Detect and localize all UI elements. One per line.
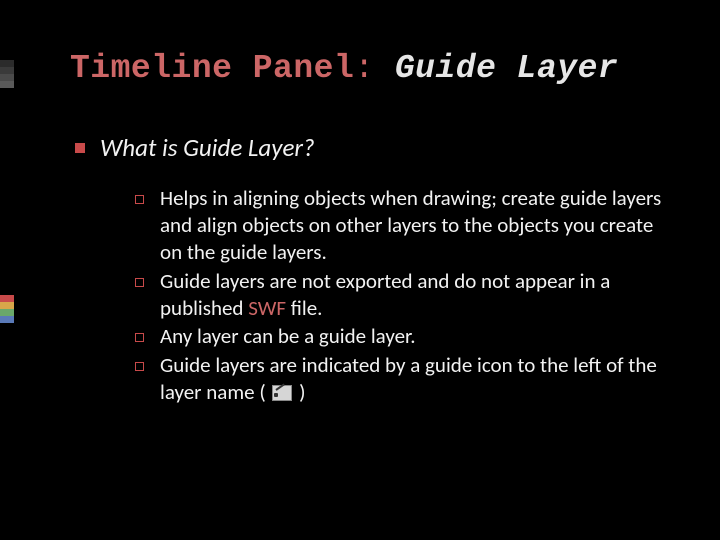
list-item: Helps in aligning objects when drawing; …: [135, 185, 665, 266]
edge-decoration-top: [0, 60, 14, 88]
deco-block: [0, 309, 14, 316]
bullet-text: Any layer can be a guide layer.: [160, 323, 416, 349]
list-item: Any layer can be a guide layer.: [135, 323, 665, 350]
deco-block: [0, 60, 14, 67]
slide-title: Timeline Panel: Guide Layer: [0, 0, 720, 87]
bullet-text: Helps in aligning objects when drawing; …: [160, 185, 661, 265]
bullet-list: Helps in aligning objects when drawing; …: [135, 185, 665, 406]
guide-icon: [272, 385, 292, 401]
bullet-text-pre: Guide layers are not exported and do not…: [160, 268, 610, 321]
heading-item: What is Guide Layer? Helps in aligning o…: [75, 132, 665, 406]
bullet-text-post: file.: [286, 295, 322, 321]
edge-decoration-bottom: [0, 295, 14, 323]
list-item: Guide layers are indicated by a guide ic…: [135, 352, 665, 406]
deco-block: [0, 302, 14, 309]
bullet-text-pre: Guide layers are indicated by a guide ic…: [160, 352, 657, 405]
slide-content: What is Guide Layer? Helps in aligning o…: [0, 87, 720, 406]
title-suffix: Guide Layer: [395, 50, 618, 87]
bullet-text-post: ): [294, 379, 305, 405]
deco-block: [0, 67, 14, 74]
swf-text: SWF: [248, 295, 286, 321]
list-item: Guide layers are not exported and do not…: [135, 268, 665, 322]
deco-block: [0, 81, 14, 88]
heading-text: What is Guide Layer?: [100, 132, 315, 163]
deco-block: [0, 74, 14, 81]
title-colon: :: [354, 50, 395, 87]
title-prefix: Timeline Panel: [70, 50, 354, 87]
deco-block: [0, 316, 14, 323]
deco-block: [0, 295, 14, 302]
